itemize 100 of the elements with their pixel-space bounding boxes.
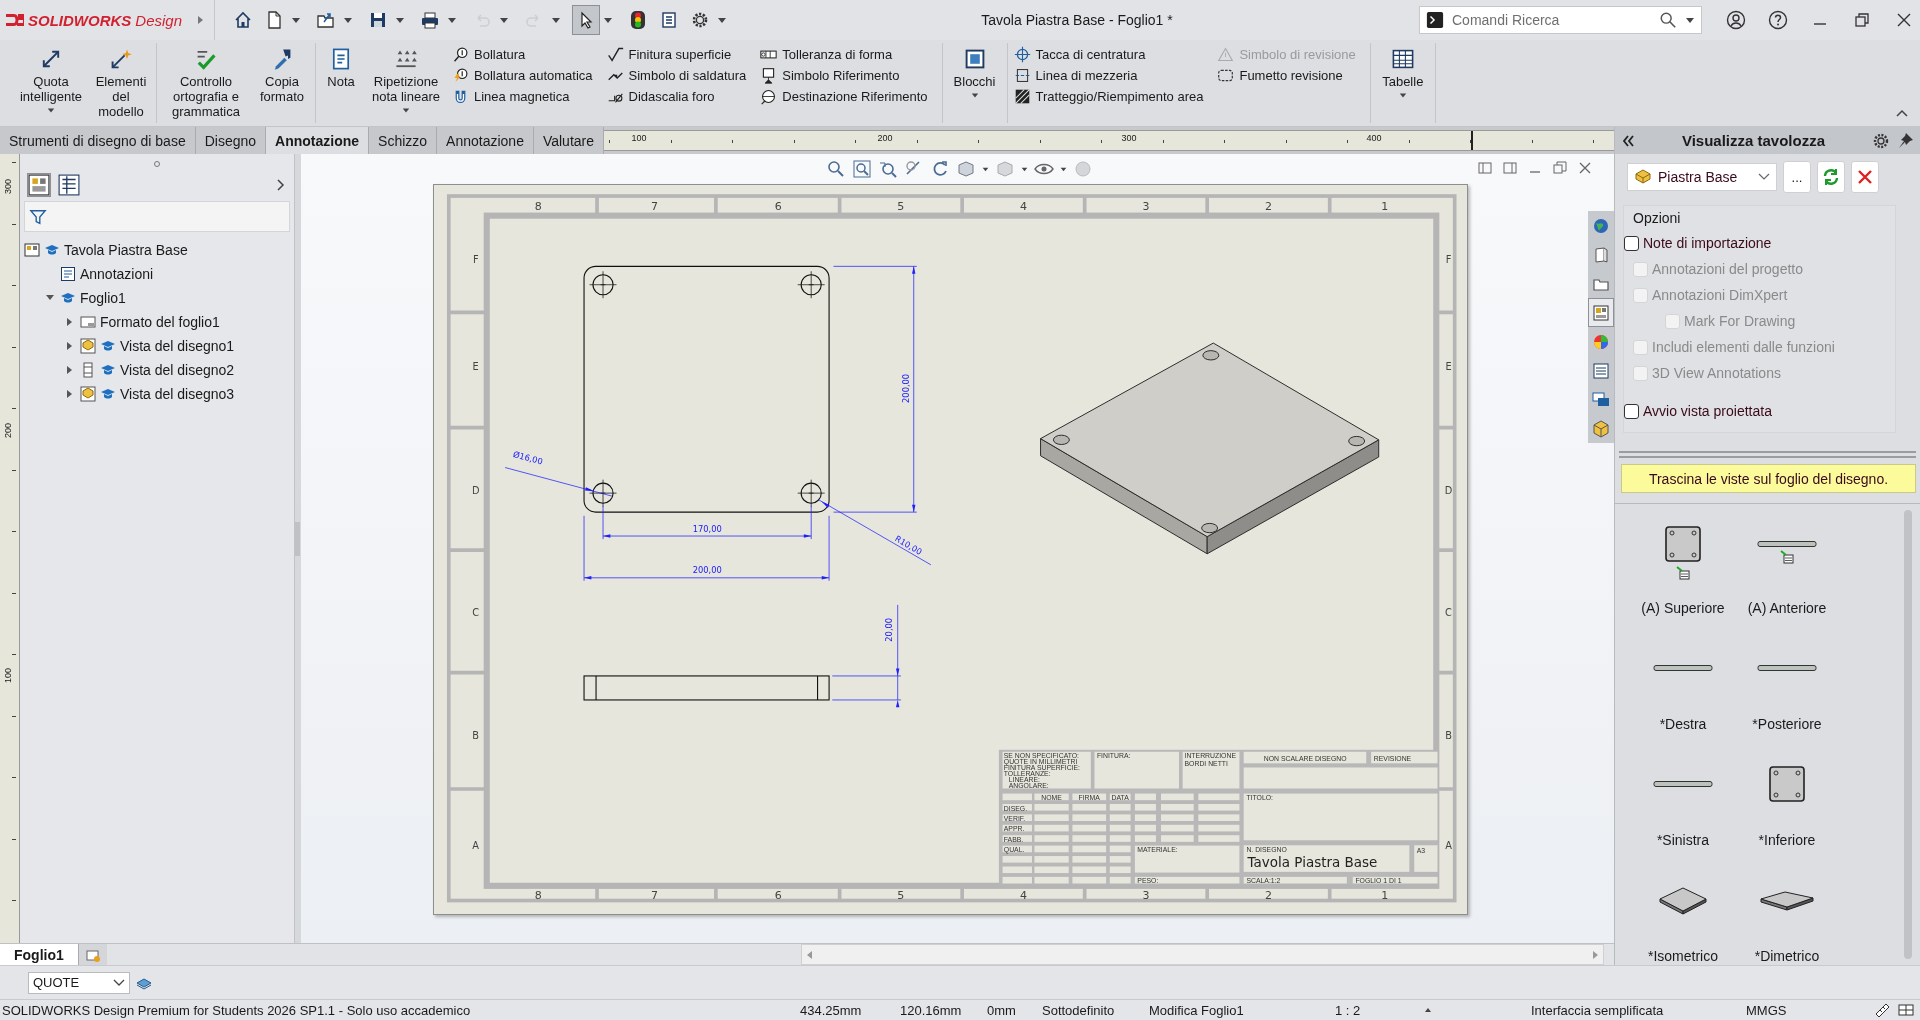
- ribbon-button[interactable]: Elementi del modello: [92, 43, 150, 123]
- ribbon-button[interactable]: Tabelle: [1376, 43, 1429, 123]
- tile-right-icon[interactable]: [1502, 160, 1518, 176]
- ribbon-button[interactable]: Simbolo di saldatura: [606, 65, 747, 86]
- collapse-icon[interactable]: [1896, 109, 1908, 118]
- zone-label: 4: [1019, 889, 1027, 903]
- dimension-text: Ø16,00: [512, 449, 544, 467]
- ruler-pen-icon[interactable]: [1874, 1002, 1890, 1018]
- ribbon-button[interactable]: Fumetto revisione: [1217, 65, 1356, 86]
- tree-item[interactable]: Vista del disegno1: [19, 334, 294, 358]
- pin-icon[interactable]: [1896, 131, 1914, 150]
- settings-icon[interactable]: [1872, 131, 1890, 150]
- tab[interactable]: Annotazione: [266, 127, 370, 154]
- ribbon-button[interactable]: Linea di mezzeria: [1013, 65, 1204, 86]
- browse-button[interactable]: ...: [1783, 161, 1811, 193]
- ribbon-button[interactable]: Copia formato: [255, 43, 309, 123]
- sheet-tab[interactable]: Foglio1: [0, 944, 79, 965]
- filter-field[interactable]: [23, 201, 290, 232]
- tree-item[interactable]: Formato del foglio1: [19, 310, 294, 334]
- grip-icon[interactable]: [152, 160, 161, 168]
- edge-plate-thumbnail[interactable]: [1757, 540, 1817, 548]
- tree-item[interactable]: Foglio1: [19, 286, 294, 310]
- zoom-area-icon[interactable]: [852, 159, 872, 179]
- restore-icon[interactable]: [1552, 160, 1568, 176]
- zone-label: 5: [897, 199, 905, 213]
- view-label: *Posteriore: [1752, 716, 1822, 732]
- ribbon-button[interactable]: Ripetizione nota lineare: [366, 43, 446, 123]
- add-sheet-icon[interactable]: [84, 947, 101, 962]
- square-plate-thumbnail[interactable]: [1663, 524, 1703, 564]
- hint-banner: Trascina le viste sul foglio del disegno.: [1621, 464, 1916, 493]
- edge-plate-thumbnail[interactable]: [1653, 664, 1713, 672]
- square-plate-thumbnail[interactable]: [1767, 764, 1807, 804]
- dimetric-plate-thumbnail[interactable]: [1759, 888, 1815, 912]
- ribbon-button[interactable]: Tacca di centratura: [1013, 44, 1204, 65]
- checkbox[interactable]: [1624, 403, 1639, 419]
- tree-item[interactable]: Vista del disegno3: [19, 382, 294, 406]
- printer-icon: [420, 10, 441, 30]
- edge-plate-thumbnail[interactable]: [1757, 664, 1817, 672]
- panel-title: Visualizza tavolozza: [1680, 132, 1827, 149]
- drawing-title: Tavola Piastra Base: [1247, 854, 1378, 871]
- caret-icon[interactable]: [1060, 165, 1067, 173]
- close-button[interactable]: [1851, 161, 1879, 193]
- side-tab[interactable]: [1588, 298, 1614, 327]
- zone-label: 1: [1381, 199, 1389, 213]
- caret-icon[interactable]: [343, 16, 354, 24]
- search-field[interactable]: Comandi Ricerca: [1452, 12, 1651, 28]
- caret-up-icon[interactable]: [1424, 1007, 1432, 1013]
- ribbon-button[interactable]: Bollatura automatica: [452, 65, 593, 86]
- ribbon-button[interactable]: Simbolo Riferimento: [760, 65, 928, 86]
- close-icon[interactable]: [1577, 160, 1593, 176]
- double-chevron-left-icon[interactable]: [1621, 133, 1635, 148]
- restore-icon[interactable]: [1852, 10, 1872, 30]
- caret-icon[interactable]: [982, 165, 989, 173]
- tiles-icon[interactable]: [1898, 1002, 1914, 1018]
- edge-plate-thumbnail[interactable]: [1653, 780, 1713, 788]
- part-view-icon: [79, 386, 96, 402]
- caret-icon[interactable]: [395, 16, 406, 24]
- ribbon-button[interactable]: Destinazione Riferimento: [760, 86, 928, 107]
- tree-item[interactable]: Annotazioni: [19, 262, 294, 286]
- previous-view-icon[interactable]: [878, 159, 898, 179]
- cursor-button[interactable]: [572, 5, 601, 35]
- ribbon-button[interactable]: Didascalia foro: [606, 86, 747, 107]
- caret-icon[interactable]: [1021, 165, 1028, 173]
- ribbon-button[interactable]: Bollatura: [452, 44, 593, 65]
- checkbox-label: Note di importazione: [1643, 235, 1772, 251]
- caret-icon[interactable]: [717, 16, 728, 24]
- ribbon-button[interactable]: Finitura superficie: [606, 44, 747, 65]
- ribbon-button[interactable]: Nota: [322, 43, 360, 123]
- chevron-right-icon[interactable]: [276, 178, 286, 191]
- dimension-text: 20,00: [884, 617, 895, 642]
- ribbon-button[interactable]: Blocchi: [948, 43, 1001, 123]
- ribbon-button[interactable]: Tratteggio/Riempimento area: [1013, 86, 1204, 107]
- splitter-handle[interactable]: [295, 521, 300, 556]
- property-tab-icon[interactable]: [57, 173, 80, 196]
- user-icon[interactable]: [1726, 10, 1746, 30]
- checkbox[interactable]: [1624, 235, 1639, 251]
- ribbon-button[interactable]: Quota intelligente: [16, 43, 86, 123]
- tree-item[interactable]: Tavola Piastra Base: [19, 238, 294, 262]
- ribbon-button[interactable]: Controllo ortografia e grammatica: [163, 43, 249, 123]
- tree-item[interactable]: Vista del disegno2: [19, 358, 294, 382]
- part-dropdown[interactable]: Piastra Base: [1627, 163, 1777, 191]
- ribbon-button[interactable]: Tolleranza di forma: [760, 44, 928, 65]
- feature-tree-tab-icon[interactable]: [27, 173, 50, 196]
- ribbon-button[interactable]: Linea magnetica: [452, 86, 593, 107]
- zoom-fit-icon[interactable]: [826, 159, 846, 179]
- caret-icon[interactable]: [1685, 16, 1695, 24]
- refresh-button[interactable]: [1817, 161, 1845, 193]
- caret-icon[interactable]: [603, 16, 614, 24]
- expand-arrow-icon[interactable]: [196, 15, 205, 25]
- scrollbar[interactable]: [1904, 510, 1912, 959]
- help-icon[interactable]: [1768, 10, 1788, 30]
- caret-icon[interactable]: [447, 16, 458, 24]
- crosshair-icon: [1013, 46, 1031, 63]
- funnel-icon: [28, 207, 47, 226]
- search-bar[interactable]: Comandi Ricerca: [1419, 6, 1702, 34]
- caret-icon[interactable]: [291, 16, 302, 24]
- view-cube-icon[interactable]: [956, 159, 976, 179]
- globe-icon: [1592, 216, 1610, 235]
- tile-left-icon[interactable]: [1477, 160, 1493, 176]
- layer-dropdown[interactable]: QUOTE: [28, 971, 130, 994]
